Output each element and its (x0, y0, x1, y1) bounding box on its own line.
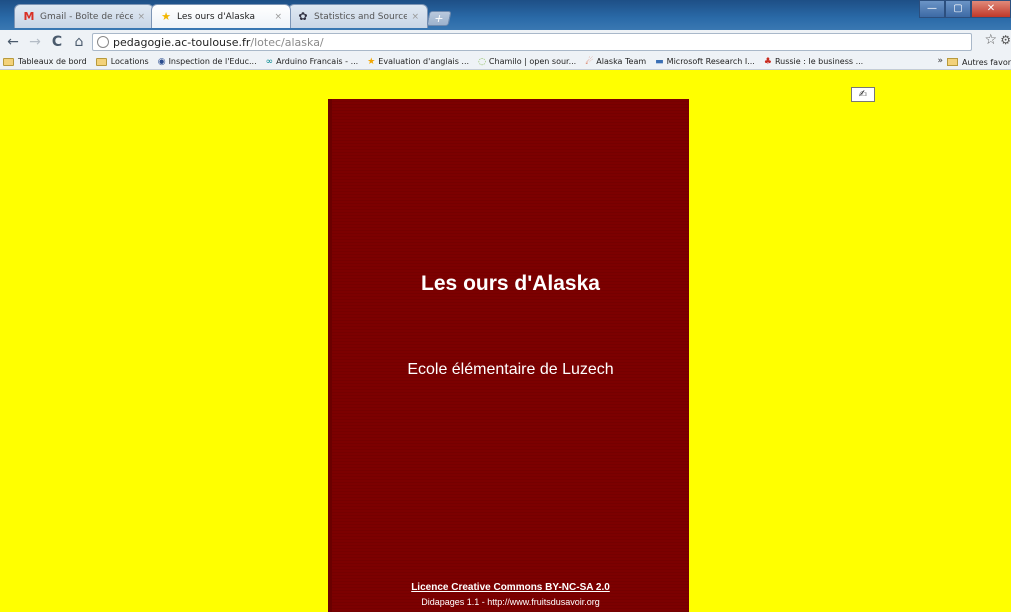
licence-link[interactable]: Licence Creative Commons BY-NC-SA 2.0 (332, 582, 689, 593)
home-button[interactable]: ⌂ (70, 34, 88, 50)
bookmark-label: Russie : le business ... (774, 57, 864, 66)
free-icon: ☄ (585, 56, 594, 67)
bookmarks-bar: Tableaux de bord Locations ◉ Inspection … (0, 54, 1011, 70)
browser-titlebar: M Gmail - Boîte de réceptio... × ★ Les o… (0, 0, 1011, 30)
tab-label: Gmail - Boîte de réceptio... (40, 11, 134, 22)
minimize-button[interactable]: — (919, 0, 945, 18)
bookmark-evaluation-anglais[interactable]: ★ Evaluation d'anglais ... (367, 57, 469, 67)
bookmark-tableaux-de-bord[interactable]: Tableaux de bord (3, 57, 87, 66)
tab-label: Les ours d'Alaska (177, 11, 256, 22)
bookmark-label: Inspection de l'Educ... (168, 57, 257, 66)
hand-pointer-icon[interactable]: ✍ (851, 87, 875, 102)
star-icon: ★ (367, 56, 376, 67)
microsoft-icon: ▬ (655, 56, 664, 67)
bookmark-label: Evaluation d'anglais ... (378, 57, 470, 66)
folder-icon (3, 57, 14, 66)
folder-icon (95, 57, 107, 66)
bookmark-chamilo[interactable]: ◌ Chamilo | open sour... (478, 57, 576, 67)
maximize-button[interactable]: ▢ (945, 0, 971, 18)
book-title: Les ours d'Alaska (421, 272, 600, 295)
window-controls: — ▢ ✕ (919, 0, 1011, 18)
forward-button[interactable]: → (26, 34, 44, 50)
tab-statistics[interactable]: ✿ Statistics and Sources | K... × (288, 4, 428, 28)
bookmark-label: Autres favor (961, 57, 1011, 67)
bookmark-arduino[interactable]: ∞ Arduino Francais - ... (266, 57, 359, 67)
back-button[interactable]: ← (4, 34, 22, 50)
browser-toolbar: ← → C ⌂ pedagogie.ac-toulouse.fr /lotec/… (0, 30, 1011, 54)
gmail-icon: M (23, 10, 35, 23)
tab-les-ours[interactable]: ★ Les ours d'Alaska × (151, 4, 291, 28)
bookmark-label: Alaska Team (596, 57, 647, 66)
bookmark-label: Tableaux de bord (18, 57, 87, 66)
bookmark-other-folder[interactable]: Autres favor (946, 54, 1011, 69)
site-icon: ♣ (763, 56, 772, 67)
tab-close-icon[interactable]: × (274, 12, 282, 22)
bookmark-russie[interactable]: ♣ Russie : le business ... (764, 57, 863, 67)
folder-icon (946, 58, 958, 66)
tab-close-icon[interactable]: × (411, 12, 419, 22)
close-window-button[interactable]: ✕ (971, 0, 1011, 18)
gear-icon: ✿ (298, 10, 308, 23)
credits-text: Didapages 1.1 - http://www.fruitsdusavoi… (421, 597, 600, 607)
tab-gmail[interactable]: M Gmail - Boîte de réceptio... × (14, 4, 154, 28)
tab-close-icon[interactable]: × (137, 12, 145, 22)
bookmark-locations[interactable]: Locations (95, 57, 149, 66)
bookmarks-overflow-chevron-icon[interactable]: » (937, 56, 943, 66)
bookmark-label: Chamilo | open sour... (488, 57, 577, 66)
book-subtitle: Ecole élémentaire de Luzech (407, 361, 614, 378)
book-cover[interactable]: Les ours d'Alaska Ecole élémentaire de L… (328, 99, 689, 612)
page-info-icon[interactable] (97, 36, 109, 48)
url-path: /lotec/alaska/ (250, 35, 324, 49)
arduino-icon: ∞ (265, 56, 274, 67)
bookmark-star-icon[interactable]: ☆ (984, 32, 997, 48)
chamilo-icon: ◌ (478, 56, 486, 67)
bookmark-label: Locations (110, 57, 149, 66)
wrench-icon[interactable]: ⚙ (1000, 33, 1011, 47)
bookmark-label: Arduino Francais - ... (276, 57, 359, 66)
bookmark-microsoft-research[interactable]: ▬ Microsoft Research I... (655, 57, 755, 67)
bookmark-inspection[interactable]: ◉ Inspection de l'Educ... (158, 57, 257, 67)
star-icon: ★ (161, 10, 171, 23)
address-bar[interactable]: pedagogie.ac-toulouse.fr /lotec/alaska/ (92, 33, 972, 51)
bookmark-label: Microsoft Research I... (666, 57, 755, 66)
url-host: pedagogie.ac-toulouse.fr (113, 35, 251, 49)
site-icon: ◉ (157, 56, 166, 67)
tab-label: Statistics and Sources | K... (314, 11, 408, 22)
bookmark-alaska-team[interactable]: ☄ Alaska Team (585, 57, 646, 67)
reload-button[interactable]: C (48, 34, 66, 50)
new-tab-button[interactable]: + (426, 11, 452, 26)
